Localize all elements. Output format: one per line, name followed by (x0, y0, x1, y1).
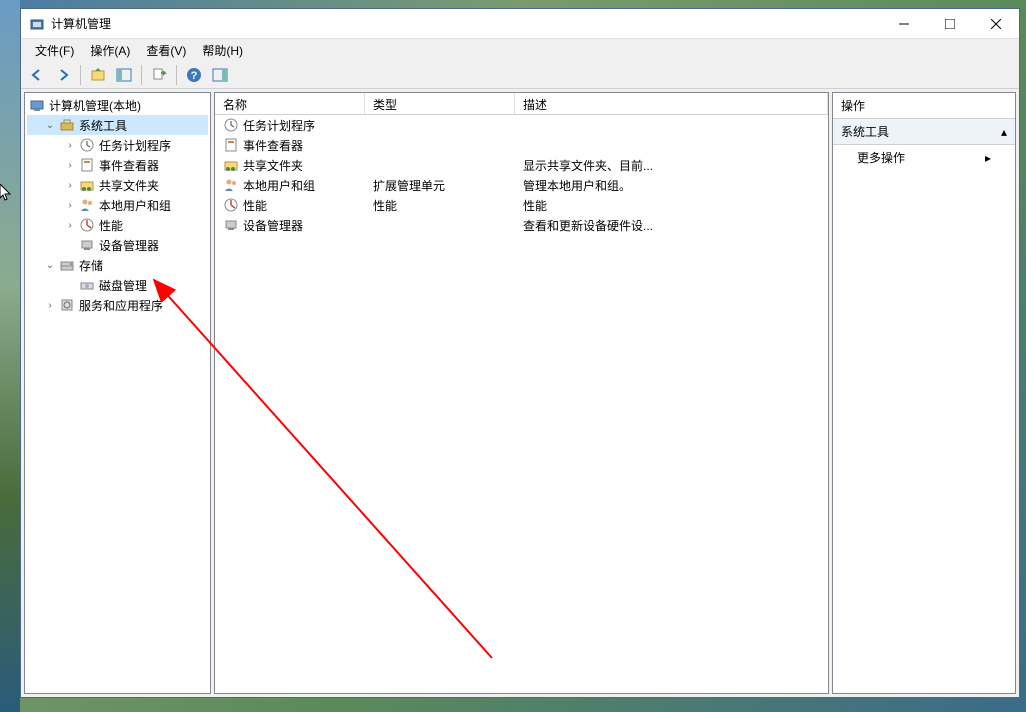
collapse-icon[interactable]: ⌄ (43, 258, 57, 272)
tree-shared-folders[interactable]: › 共享文件夹 (27, 175, 208, 195)
titlebar[interactable]: 计算机管理 (21, 9, 1019, 39)
actions-pane: 操作 系统工具 ▴ 更多操作 ▸ (832, 92, 1016, 694)
device-icon (79, 237, 95, 253)
app-icon (29, 16, 45, 32)
clock-icon (79, 137, 95, 153)
desktop-background (0, 0, 20, 712)
tree-device-manager[interactable]: 设备管理器 (27, 235, 208, 255)
column-description[interactable]: 描述 (515, 93, 828, 114)
computer-management-window: 计算机管理 文件(F) 操作(A) 查看(V) 帮助(H) ? 计算机管理(本地 (20, 8, 1020, 698)
tools-icon (59, 117, 75, 133)
window-title: 计算机管理 (51, 15, 881, 32)
expand-icon[interactable]: › (63, 178, 77, 192)
tree-disk-management[interactable]: 磁盘管理 (27, 275, 208, 295)
menu-file[interactable]: 文件(F) (29, 40, 80, 61)
up-button[interactable] (86, 63, 110, 87)
show-hide-tree-button[interactable] (112, 63, 136, 87)
show-hide-action-pane-button[interactable] (208, 63, 232, 87)
list-item[interactable]: 任务计划程序 (215, 115, 828, 135)
expand-icon[interactable]: › (63, 198, 77, 212)
expand-icon[interactable]: › (43, 298, 57, 312)
toolbar-separator (80, 65, 81, 85)
help-button[interactable]: ? (182, 63, 206, 87)
collapse-icon[interactable]: ⌄ (43, 118, 57, 132)
list-pane[interactable]: 名称 类型 描述 任务计划程序事件查看器共享文件夹显示共享文件夹、目前...本地… (214, 92, 829, 694)
actions-section[interactable]: 系统工具 ▴ (833, 119, 1015, 145)
tree-storage[interactable]: ⌄ 存储 (27, 255, 208, 275)
svg-text:?: ? (191, 70, 198, 82)
tree-local-users[interactable]: › 本地用户和组 (27, 195, 208, 215)
expand-icon[interactable]: › (63, 218, 77, 232)
tree-services-apps[interactable]: › 服务和应用程序 (27, 295, 208, 315)
content-area: 计算机管理(本地) ⌄ 系统工具 › 任务计划程序 › 事件查看器 › 共享文件… (21, 89, 1019, 697)
list-item[interactable]: 性能性能性能 (215, 195, 828, 215)
tree-event-viewer[interactable]: › 事件查看器 (27, 155, 208, 175)
menubar: 文件(F) 操作(A) 查看(V) 帮助(H) (21, 39, 1019, 61)
item-icon (223, 117, 239, 133)
shared-folder-icon (79, 177, 95, 193)
list-item[interactable]: 设备管理器查看和更新设备硬件设... (215, 215, 828, 235)
submenu-arrow-icon: ▸ (985, 151, 991, 165)
close-button[interactable] (973, 9, 1019, 39)
menu-help[interactable]: 帮助(H) (196, 40, 249, 61)
menu-view[interactable]: 查看(V) (140, 40, 192, 61)
list-body: 任务计划程序事件查看器共享文件夹显示共享文件夹、目前...本地用户和组扩展管理单… (215, 115, 828, 235)
event-icon (79, 157, 95, 173)
performance-icon (79, 217, 95, 233)
back-button[interactable] (25, 63, 49, 87)
expand-icon[interactable]: › (63, 158, 77, 172)
tree-performance[interactable]: › 性能 (27, 215, 208, 235)
tree-root[interactable]: 计算机管理(本地) (27, 95, 208, 115)
toolbar-separator (176, 65, 177, 85)
list-item[interactable]: 事件查看器 (215, 135, 828, 155)
item-icon (223, 197, 239, 213)
collapse-arrow-icon: ▴ (1001, 125, 1007, 139)
list-item[interactable]: 本地用户和组扩展管理单元管理本地用户和组。 (215, 175, 828, 195)
toolbar: ? (21, 61, 1019, 89)
item-icon (223, 137, 239, 153)
tree-pane[interactable]: 计算机管理(本地) ⌄ 系统工具 › 任务计划程序 › 事件查看器 › 共享文件… (24, 92, 211, 694)
actions-more[interactable]: 更多操作 ▸ (833, 145, 1015, 170)
expand-icon[interactable]: › (63, 138, 77, 152)
column-name[interactable]: 名称 (215, 93, 365, 114)
list-header: 名称 类型 描述 (215, 93, 828, 115)
disk-icon (79, 277, 95, 293)
column-type[interactable]: 类型 (365, 93, 515, 114)
tree-system-tools[interactable]: ⌄ 系统工具 (27, 115, 208, 135)
maximize-button[interactable] (927, 9, 973, 39)
users-icon (79, 197, 95, 213)
services-icon (59, 297, 75, 313)
computer-icon (29, 97, 45, 113)
actions-header: 操作 (833, 93, 1015, 119)
export-button[interactable] (147, 63, 171, 87)
mouse-cursor (0, 184, 12, 202)
toolbar-separator (141, 65, 142, 85)
tree-task-scheduler[interactable]: › 任务计划程序 (27, 135, 208, 155)
item-icon (223, 217, 239, 233)
item-icon (223, 157, 239, 173)
list-item[interactable]: 共享文件夹显示共享文件夹、目前... (215, 155, 828, 175)
storage-icon (59, 257, 75, 273)
forward-button[interactable] (51, 63, 75, 87)
menu-action[interactable]: 操作(A) (84, 40, 136, 61)
item-icon (223, 177, 239, 193)
minimize-button[interactable] (881, 9, 927, 39)
